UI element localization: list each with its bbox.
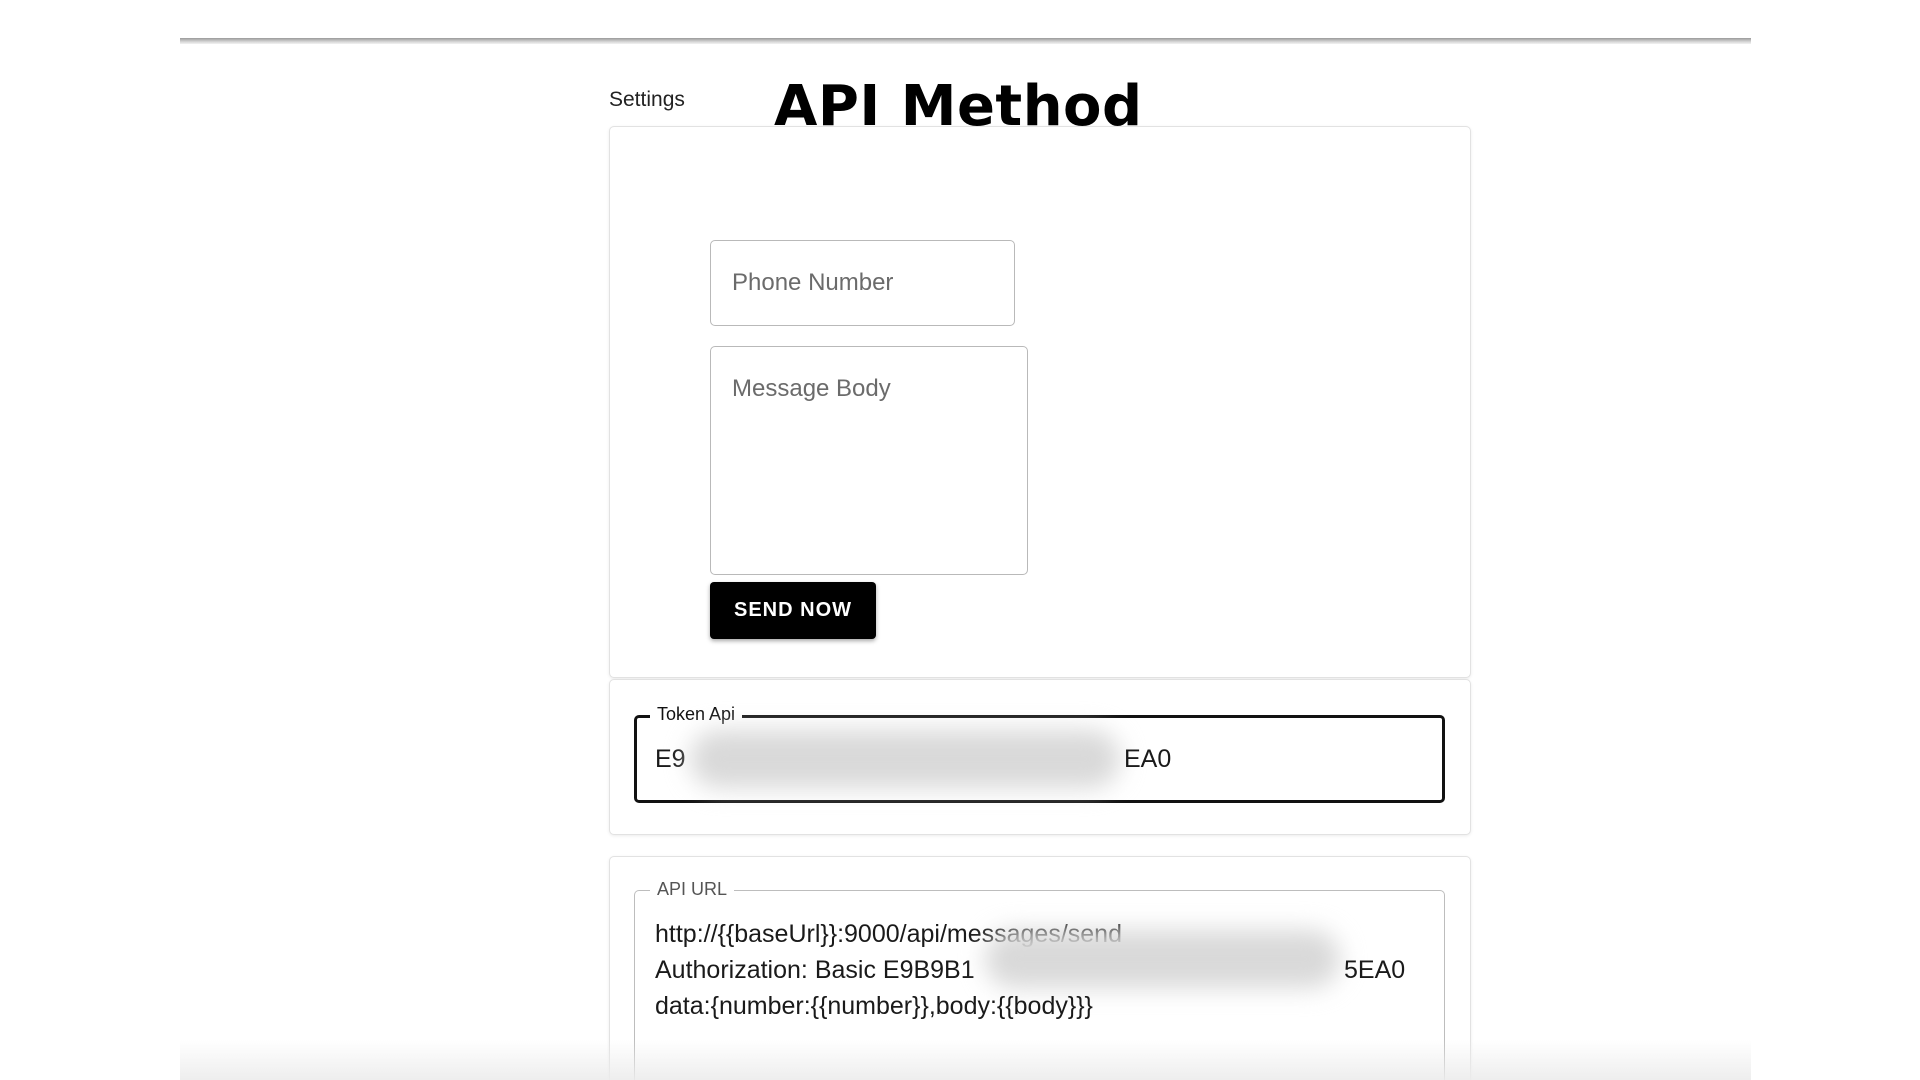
api-authorization-line: Authorization: Basic E9B9B1	[655, 956, 975, 984]
top-divider	[180, 38, 1751, 44]
api-url-label: API URL	[650, 879, 735, 900]
phone-number-placeholder: Phone Number	[732, 269, 894, 296]
phone-number-input[interactable]: Phone Number	[710, 240, 1015, 326]
api-authorization-end: 5EA0	[1344, 956, 1406, 984]
token-api-label: Token Api	[650, 704, 743, 725]
message-body-textarea[interactable]: Message Body	[710, 346, 1028, 575]
settings-label[interactable]: Settings	[609, 88, 685, 112]
message-body-placeholder: Message Body	[732, 375, 891, 402]
token-value-start: E9	[655, 745, 686, 773]
token-value-end: EA0	[1124, 745, 1172, 773]
api-data-line: data:{number:{{number}},body:{{body}}}	[655, 992, 1093, 1020]
authorization-redaction-blur	[985, 930, 1340, 988]
send-now-button[interactable]: SEND NOW	[710, 582, 876, 639]
token-redaction-blur	[690, 730, 1120, 788]
